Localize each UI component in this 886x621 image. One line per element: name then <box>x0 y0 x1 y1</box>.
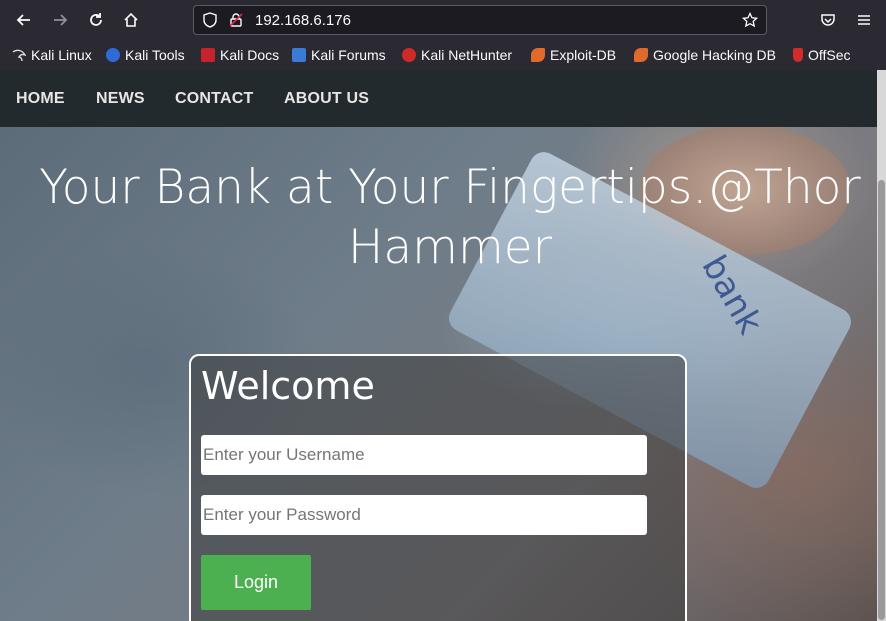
nav-about-us[interactable]: ABOUT US <box>284 90 369 108</box>
nethunter-icon <box>402 48 416 62</box>
kali-docs-icon <box>201 48 215 62</box>
reload-icon[interactable] <box>84 8 108 32</box>
browser-toolbar: 192.168.6.176 <box>0 0 886 41</box>
hero-title: Your Bank at Your Fingertips.@Thor Hamme… <box>0 158 877 278</box>
bookmarks-bar: Kali Linux Kali Tools Kali Docs Kali For… <box>0 41 886 70</box>
kali-tools-icon <box>106 48 120 62</box>
nav-contact[interactable]: CONTACT <box>175 90 253 108</box>
bookmark-kali-tools[interactable]: Kali Tools <box>106 47 185 63</box>
url-bar[interactable]: 192.168.6.176 <box>193 5 767 35</box>
tracking-shield-icon[interactable] <box>202 12 218 28</box>
kali-forums-icon <box>292 48 306 62</box>
bookmark-kali-nethunter[interactable]: Kali NetHunter <box>402 47 512 63</box>
bookmark-offsec[interactable]: OffSec <box>793 47 851 63</box>
hero-title-line1: Your Bank at Your Fingertips.@Thor <box>39 160 861 215</box>
login-button[interactable]: Login <box>201 555 311 610</box>
username-input[interactable] <box>201 435 647 475</box>
bookmark-kali-docs[interactable]: Kali Docs <box>201 47 279 63</box>
insecure-lock-icon[interactable] <box>228 12 244 28</box>
page-scrollbar[interactable] <box>877 70 886 621</box>
kali-dragon-icon <box>12 48 27 62</box>
ghdb-icon <box>634 48 648 62</box>
bookmark-exploit-db[interactable]: Exploit-DB <box>531 47 616 63</box>
bookmark-google-hacking-db[interactable]: Google Hacking DB <box>634 47 776 63</box>
hero-title-line2: Hammer <box>348 220 552 275</box>
forward-icon[interactable] <box>48 8 72 32</box>
password-input[interactable] <box>201 495 647 535</box>
offsec-icon <box>793 48 803 62</box>
nav-news[interactable]: NEWS <box>96 90 145 108</box>
site-navbar: HOME NEWS CONTACT ABOUT US <box>0 70 877 127</box>
nav-home[interactable]: HOME <box>16 90 65 108</box>
home-icon[interactable] <box>119 8 143 32</box>
pocket-icon[interactable] <box>816 8 840 32</box>
login-form: Welcome Login <box>189 354 687 621</box>
exploit-db-icon <box>531 48 545 62</box>
bookmark-star-icon[interactable] <box>742 12 758 28</box>
welcome-heading: Welcome <box>201 364 375 408</box>
scrollbar-thumb[interactable] <box>878 180 885 620</box>
back-icon[interactable] <box>12 8 36 32</box>
bookmark-kali-forums[interactable]: Kali Forums <box>292 47 386 63</box>
menu-icon[interactable] <box>852 8 876 32</box>
bookmark-kali-linux[interactable]: Kali Linux <box>12 47 92 63</box>
web-page: bank HOME NEWS CONTACT ABOUT US Your Ban… <box>0 70 877 621</box>
url-text[interactable]: 192.168.6.176 <box>255 12 351 29</box>
